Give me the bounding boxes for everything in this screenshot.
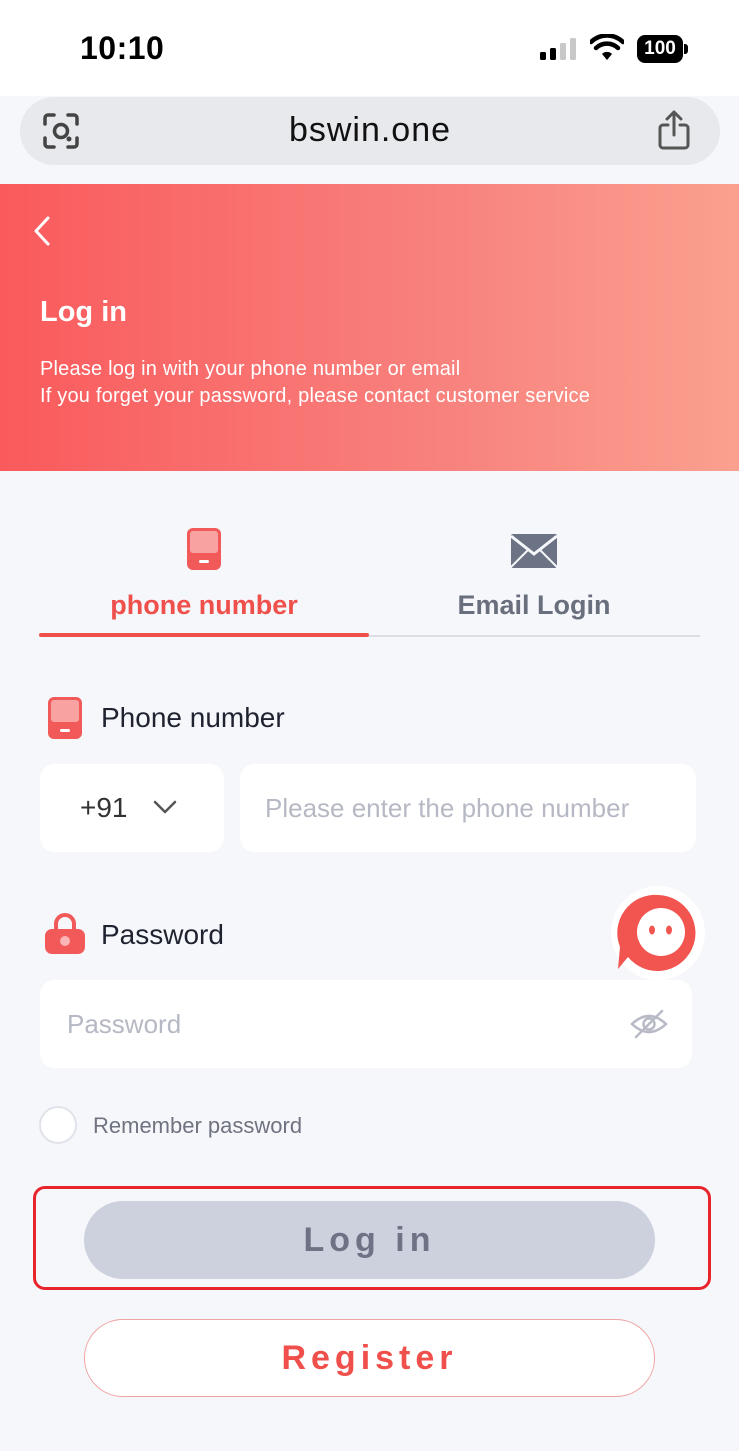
- address-bar[interactable]: bswin.one: [20, 97, 720, 165]
- eye-off-icon[interactable]: [630, 1008, 668, 1040]
- tab-phone-number[interactable]: phone number: [39, 520, 369, 638]
- chevron-down-icon: [153, 800, 177, 814]
- back-arrow-icon[interactable]: [30, 214, 54, 248]
- status-bar: 10:10 100: [0, 0, 739, 96]
- login-button[interactable]: Log in: [84, 1201, 655, 1279]
- header-subtitle: Please log in with your phone number or …: [40, 358, 461, 380]
- battery-icon: 100: [637, 35, 689, 63]
- login-header: Log in Please log in with your phone num…: [0, 184, 739, 471]
- password-label: Password: [101, 919, 224, 950]
- cellular-signal-icon: [540, 38, 576, 60]
- share-icon[interactable]: [656, 109, 692, 151]
- url-text[interactable]: bswin.one: [20, 111, 720, 150]
- active-tab-indicator: [39, 633, 369, 637]
- phone-icon: [48, 697, 82, 739]
- tab-label: phone number: [110, 590, 298, 620]
- tab-label: Email Login: [457, 590, 611, 620]
- lock-icon: [45, 913, 85, 954]
- header-subtitle-2: If you forget your password, please cont…: [40, 385, 591, 407]
- wifi-icon: [590, 34, 624, 60]
- phone-input-container: [240, 764, 696, 852]
- register-button[interactable]: Register: [84, 1319, 655, 1397]
- remember-password-label[interactable]: Remember password: [93, 1113, 302, 1139]
- phone-icon: [187, 528, 221, 570]
- tab-email-login[interactable]: Email Login: [369, 520, 699, 638]
- password-input-container: [40, 980, 692, 1068]
- remember-password-checkbox[interactable]: [39, 1106, 77, 1144]
- phone-number-label: Phone number: [101, 702, 285, 733]
- password-input[interactable]: [67, 980, 627, 1068]
- customer-service-chat-icon[interactable]: [606, 885, 710, 981]
- tab-divider: [369, 635, 700, 637]
- country-code-select[interactable]: +91: [40, 764, 224, 852]
- status-time: 10:10: [80, 30, 165, 66]
- page-title: Log in: [40, 296, 127, 328]
- phone-number-input[interactable]: [265, 764, 685, 852]
- mail-icon: [511, 534, 557, 568]
- country-code-value: +91: [80, 792, 128, 823]
- battery-level: 100: [637, 35, 683, 63]
